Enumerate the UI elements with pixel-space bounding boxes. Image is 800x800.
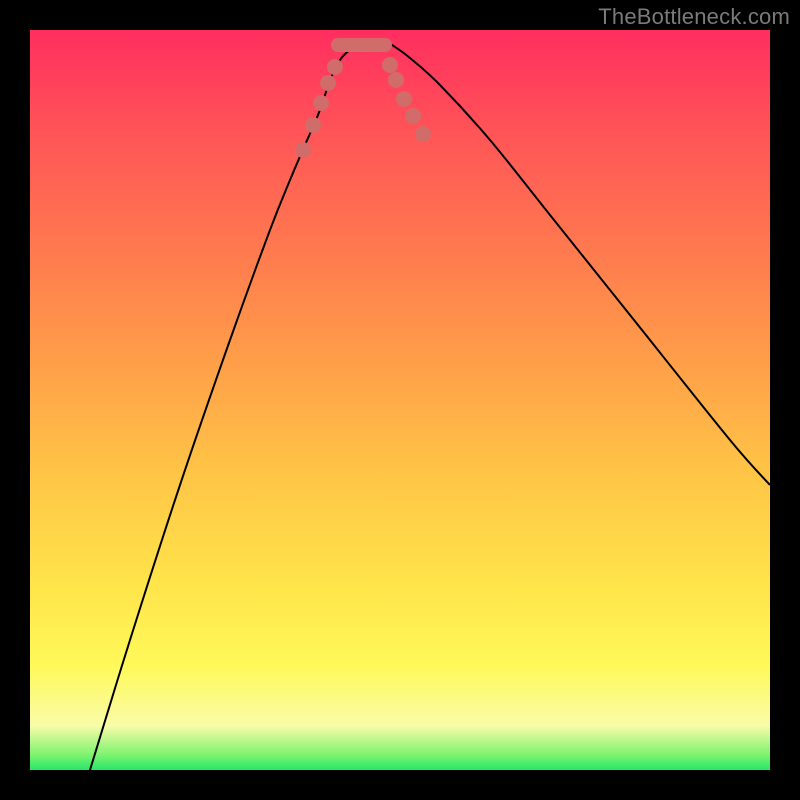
highlight-dot (313, 95, 329, 111)
highlight-dot (327, 59, 343, 75)
chart-frame: TheBottleneck.com (0, 0, 800, 800)
highlight-dot (396, 91, 412, 107)
watermark-text: TheBottleneck.com (598, 4, 790, 30)
highlight-dot (415, 126, 431, 142)
plot-area (30, 30, 770, 770)
highlight-dot (405, 108, 421, 124)
highlight-markers (295, 57, 431, 158)
bottleneck-curve (90, 42, 770, 770)
highlight-dot (305, 117, 321, 133)
highlight-dot (295, 142, 311, 158)
highlight-dot (382, 57, 398, 73)
highlight-dot (388, 72, 404, 88)
highlight-dot (320, 75, 336, 91)
curve-svg (30, 30, 770, 770)
